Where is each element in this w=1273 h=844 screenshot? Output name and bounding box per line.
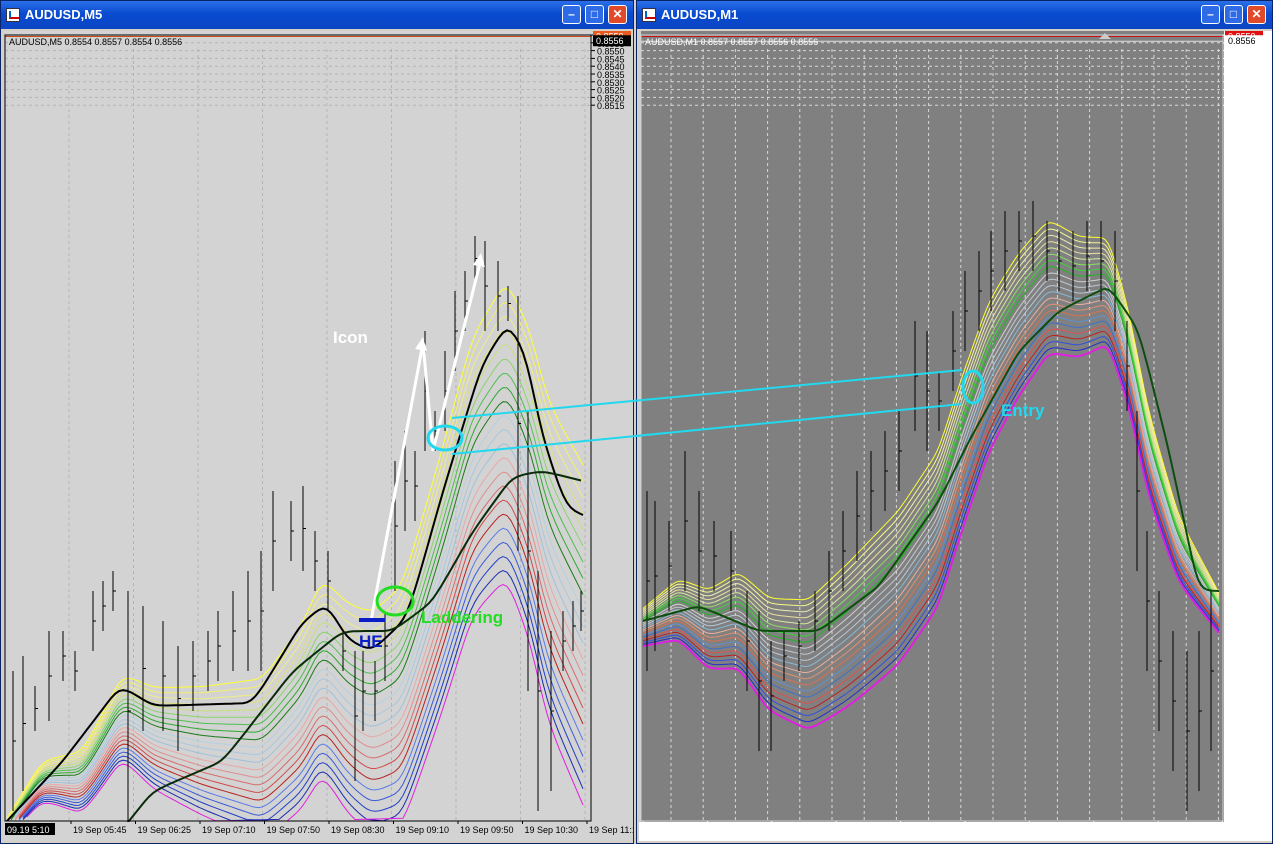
time-tick-label: 19 Sep 10:02: [1031, 825, 1085, 835]
window-title: AUDUSD,M5: [25, 7, 103, 22]
price-scale: [1224, 31, 1272, 841]
price-tick-label: 0.8515: [1229, 101, 1257, 111]
time-tick-label: 19 Sep 07:10: [202, 825, 256, 835]
time-cursor-label: 09.19 5:10: [7, 825, 50, 835]
minimize-button[interactable]: –: [1201, 5, 1220, 24]
chart-plot-m5[interactable]: 0.85600.85550.85500.85450.85400.85350.85…: [3, 31, 633, 841]
symbol-ohlc-header: AUDUSD,M5 0.8554 0.8557 0.8554 0.8556: [9, 37, 182, 47]
title-bar[interactable]: AUDUSD,M1 – □ ✕: [637, 1, 1272, 29]
time-tick-label: 19 Sep 2007: [645, 825, 696, 835]
time-tick-label: 19 Sep 08:30: [331, 825, 385, 835]
time-tick-label: 19 Sep 10:5: [1225, 825, 1272, 835]
annotation-he: HE: [359, 632, 383, 651]
chart-plot-m1[interactable]: 0.85600.85550.85500.85450.85400.85350.85…: [639, 31, 1272, 841]
bid-price-label: 0.8556: [596, 36, 624, 46]
time-tick-label: 19 Sep 05:45: [73, 825, 127, 835]
time-tick-label: 19 Sep 10:19: [1096, 825, 1150, 835]
time-tick-label: 19 Sep 06:25: [138, 825, 192, 835]
time-tick-label: 19 Sep 08:27: [709, 825, 763, 835]
annotation-icon: Icon: [333, 328, 368, 347]
annotation-entry: Entry: [1001, 401, 1045, 420]
minimize-button[interactable]: –: [562, 5, 581, 24]
time-tick-label: 19 Sep 09:45: [967, 825, 1021, 835]
close-button[interactable]: ✕: [1247, 5, 1266, 24]
time-tick-label: 19 Sep 09:50: [460, 825, 514, 835]
close-button[interactable]: ✕: [608, 5, 627, 24]
maximize-button[interactable]: □: [585, 5, 604, 24]
price-tick-label: 0.8515: [597, 101, 625, 111]
price-scale: [592, 31, 633, 841]
title-bar[interactable]: AUDUSD,M5 – □ ✕: [1, 1, 633, 29]
window-title: AUDUSD,M1: [661, 7, 739, 22]
chart-window-m1[interactable]: AUDUSD,M1 – □ ✕ 0.85600.85550.85500.8545…: [636, 0, 1273, 844]
time-tick-label: 19 Sep 08:48: [774, 825, 828, 835]
time-tick-label: 19 Sep 11:1: [589, 825, 633, 835]
chart-window-icon: [642, 8, 656, 22]
time-tick-label: 19 Sep 09:26: [903, 825, 957, 835]
time-tick-label: 19 Sep 09:10: [396, 825, 450, 835]
bid-price-label: 0.8556: [1228, 36, 1256, 46]
time-tick-label: 19 Sep 09:07: [838, 825, 892, 835]
time-tick-label: 19 Sep 10:30: [525, 825, 579, 835]
annotation-laddering: Laddering: [421, 608, 503, 627]
symbol-ohlc-header: AUDUSD,M1 0.8557 0.8557 0.8556 0.8556: [645, 37, 818, 47]
chart-window-icon: [6, 8, 20, 22]
maximize-button[interactable]: □: [1224, 5, 1243, 24]
chart-window-m5[interactable]: AUDUSD,M5 – □ ✕ 0.85600.85550.85500.8545…: [0, 0, 634, 844]
time-tick-label: 19 Sep 10:38: [1160, 825, 1214, 835]
time-tick-label: 19 Sep 07:50: [267, 825, 321, 835]
